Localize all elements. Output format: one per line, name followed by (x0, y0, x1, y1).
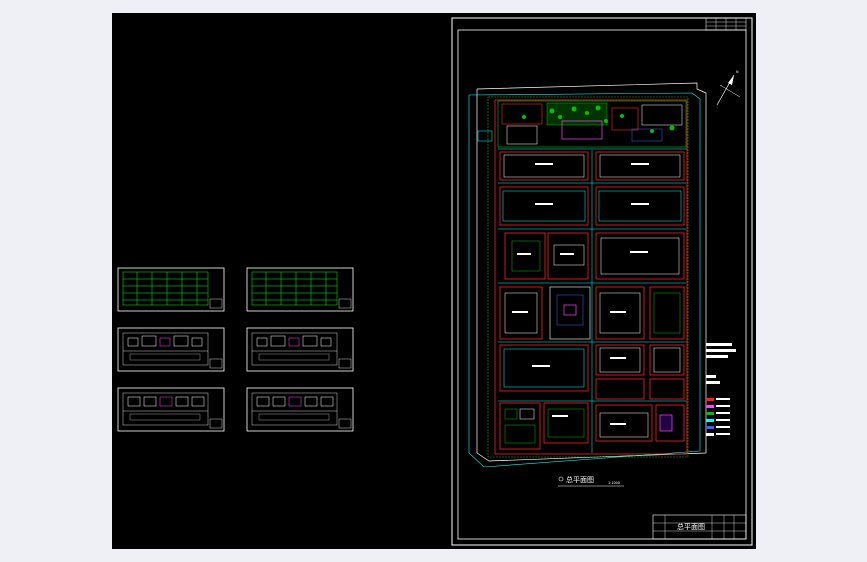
thumbnail-sheet[interactable] (117, 267, 225, 312)
cad-canvas[interactable]: N 总平面图 1:1000 总平面图 (112, 13, 756, 549)
thumbnail-sheet[interactable] (246, 387, 354, 432)
main-drawing-sheet[interactable]: N 总平面图 1:1000 总平面图 (451, 17, 753, 546)
scale-note: 1:1000 (608, 481, 620, 485)
thumbnail-sheet[interactable] (117, 327, 225, 372)
thumbnail-sheet-grid (117, 267, 354, 432)
revision-table (705, 17, 747, 31)
titleblock-drawing-name: 总平面图 (677, 522, 705, 531)
drawing-viewport[interactable]: N 总平面图 1:1000 总平面图 (112, 13, 756, 549)
landscape-zone (497, 100, 687, 148)
building-labels (512, 163, 649, 425)
thumbnail-sheet[interactable] (246, 267, 354, 312)
legend-notes (706, 343, 736, 436)
thumbnail-sheet[interactable] (117, 387, 225, 432)
plan-caption-text: 总平面图 (566, 475, 594, 484)
title-block[interactable]: 总平面图 (652, 514, 747, 540)
svg-text:N: N (736, 70, 739, 74)
internal-roads (498, 150, 686, 453)
north-arrow-icon: N (716, 70, 741, 106)
thumbnail-sheet[interactable] (246, 327, 354, 372)
plan-caption: 总平面图 1:1000 (558, 475, 624, 487)
